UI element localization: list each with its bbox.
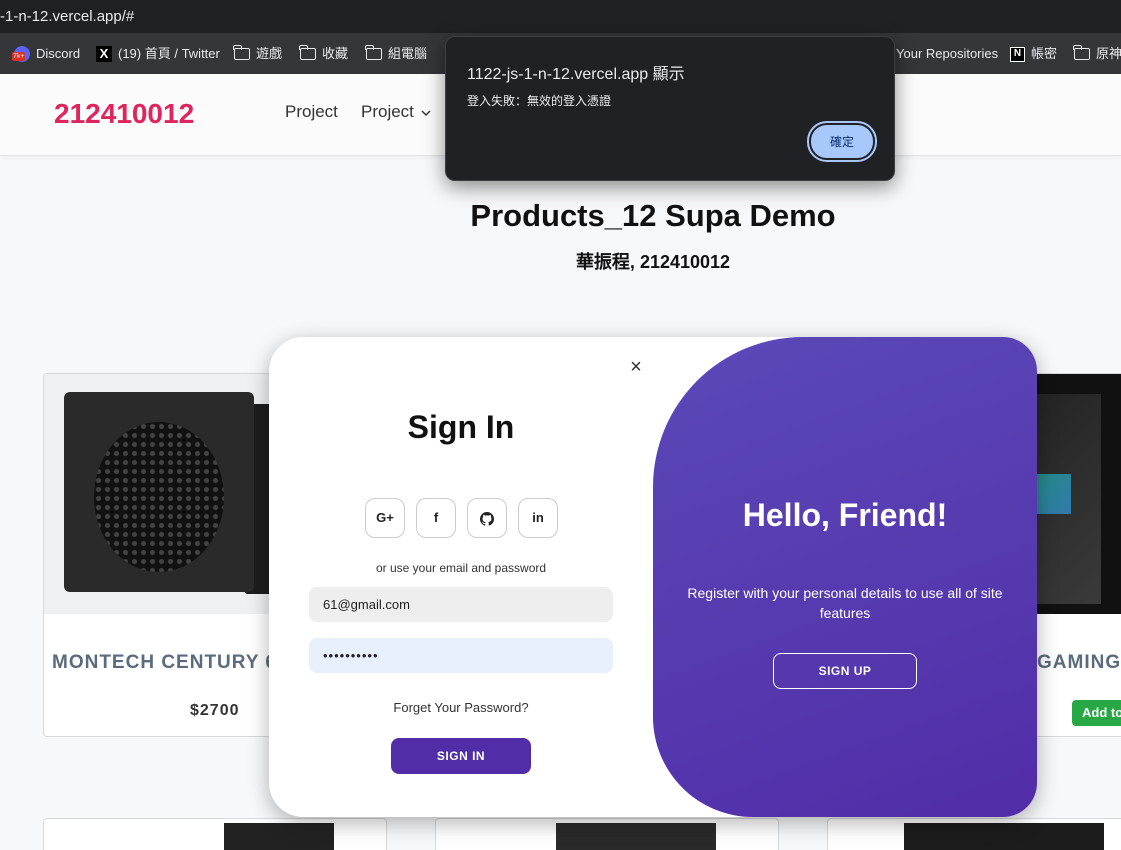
chevron-down-icon	[421, 110, 431, 117]
folder-icon	[1073, 45, 1090, 60]
alert-dialog: 1122-js-1-n-12.vercel.app 顯示 登入失敗：無效的登入憑…	[445, 36, 895, 181]
alert-ok-button[interactable]: 確定	[807, 121, 877, 162]
nav-dropdown-project[interactable]: Project	[361, 102, 431, 122]
signin-title: Sign In	[407, 409, 515, 445]
bookmark-folder-genshin[interactable]: 原神	[1073, 44, 1121, 64]
bookmark-label: 收藏	[322, 46, 349, 61]
product-image	[224, 823, 334, 850]
panel-title: Hello, Friend!	[742, 497, 948, 533]
x-icon: X	[96, 46, 112, 62]
github-icon[interactable]	[467, 498, 507, 538]
discord-icon	[12, 46, 30, 62]
page-title: Products_12 Supa Demo	[470, 198, 836, 233]
forgot-password-link[interactable]: Forget Your Password?	[269, 700, 653, 715]
or-divider-text: or use your email and password	[375, 561, 547, 575]
bookmark-folder-pc-build[interactable]: 組電腦	[365, 44, 428, 64]
product-name: MONTECH CENTURY 650	[52, 652, 301, 673]
address-bar[interactable]: -1-n-12.vercel.app/#	[0, 0, 1121, 33]
close-icon[interactable]: ×	[627, 357, 645, 377]
facebook-icon[interactable]: f	[416, 498, 456, 538]
nav-dropdown-label: Project	[361, 102, 414, 121]
bookmark-label: 遊戲	[256, 46, 283, 61]
google-plus-icon[interactable]: G+	[365, 498, 405, 538]
bookmark-label: 原神	[1096, 46, 1121, 61]
linkedin-icon[interactable]: in	[518, 498, 558, 538]
alert-message: 登入失敗：無效的登入憑證	[467, 94, 612, 108]
url-text: -1-n-12.vercel.app/#	[0, 8, 135, 25]
bookmark-your-repositories[interactable]: Your Repositories	[896, 44, 998, 64]
product-card	[435, 818, 779, 850]
nav-link-project[interactable]: Project	[285, 102, 338, 122]
product-card	[43, 818, 387, 850]
folder-icon	[299, 45, 316, 60]
product-image	[904, 823, 1104, 850]
bookmark-twitter[interactable]: X (19) 首頁 / Twitter	[96, 44, 220, 64]
bookmark-label: Discord	[36, 46, 81, 61]
bookmark-accounts[interactable]: N 帳密	[1010, 44, 1057, 64]
add-to-cart-button[interactable]: Add to Cart	[1072, 700, 1121, 726]
signup-button[interactable]: SIGN UP	[773, 653, 917, 689]
product-name: GAMING WIFI	[1037, 652, 1121, 673]
bookmark-folder-games[interactable]: 遊戲	[233, 44, 283, 64]
panel-text: Register with your personal details to u…	[687, 585, 1003, 621]
toggle-panel: Hello, Friend! Register with your person…	[653, 337, 1037, 817]
social-login-group: G+ f in	[365, 498, 558, 538]
product-price: $2700	[190, 702, 240, 719]
bookmark-label: Your Repositories	[896, 46, 999, 61]
folder-icon	[233, 45, 250, 60]
password-field[interactable]	[309, 638, 613, 673]
email-field[interactable]	[309, 587, 613, 622]
page-subtitle: 華振程, 212410012	[575, 252, 731, 272]
bookmark-label: 帳密	[1031, 46, 1058, 61]
alert-title: 1122-js-1-n-12.vercel.app 顯示	[467, 66, 685, 83]
product-card	[827, 818, 1121, 850]
bookmark-label: 組電腦	[388, 46, 428, 61]
brand-logo[interactable]: 212410012	[54, 98, 194, 130]
notion-icon: N	[1010, 46, 1025, 62]
signin-modal: × Sign In G+ f in or use your email and …	[269, 337, 1037, 817]
bookmark-discord[interactable]: Discord	[12, 44, 81, 64]
bookmark-folder-collection[interactable]: 收藏	[299, 44, 349, 64]
folder-icon	[365, 45, 382, 60]
bookmark-label: (19) 首頁 / Twitter	[118, 46, 220, 61]
product-image	[556, 823, 716, 850]
signin-button[interactable]: SIGN IN	[391, 738, 531, 774]
